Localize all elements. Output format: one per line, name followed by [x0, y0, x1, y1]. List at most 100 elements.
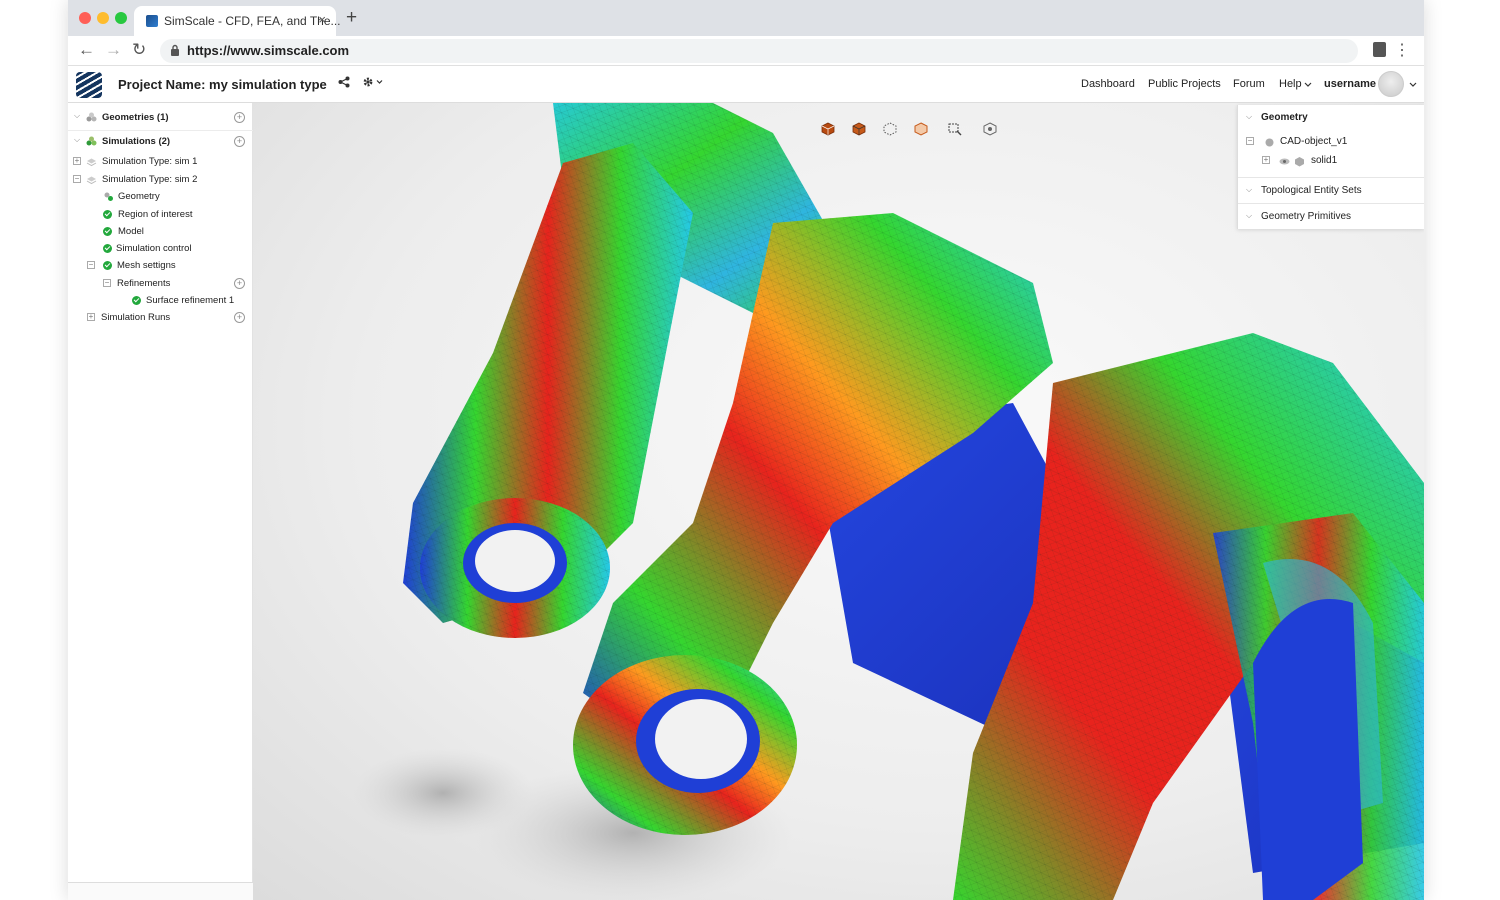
chevron-down-icon[interactable]: ⌵: [74, 135, 80, 145]
tree-item-runs[interactable]: + Simulation Runs +: [68, 309, 253, 327]
rp-solid[interactable]: + solid1: [1238, 148, 1424, 172]
extension-icon[interactable]: [1373, 42, 1386, 57]
tree-label-simulations: Simulations (2): [102, 136, 171, 147]
nav-forum[interactable]: Forum: [1233, 78, 1265, 90]
browser-tab[interactable]: SimScale - CFD, FEA, and The... ×: [134, 6, 341, 36]
layers-icon: [86, 158, 97, 167]
simscale-logo[interactable]: [76, 72, 102, 98]
check-circle-icon: [103, 210, 112, 219]
view-points-cube-icon[interactable]: [883, 122, 897, 136]
rp-label-cad-object: CAD-object_v1: [1280, 136, 1348, 147]
reload-icon[interactable]: ↻: [132, 40, 146, 60]
simulation-tree-panel: ⌵ Geometries (1) + ⌵ Simulations (2) + +…: [68, 103, 253, 900]
rp-label-solid: solid1: [1311, 155, 1338, 166]
tree-label-mesh-settings: Mesh settigns: [117, 260, 176, 271]
rp-label-topological: Topological Entity Sets: [1261, 185, 1362, 196]
reset-view-icon[interactable]: [983, 122, 997, 136]
solid-cube-icon: [1295, 157, 1304, 167]
add-geometry-button[interactable]: +: [234, 112, 245, 123]
tree-label-model: Model: [118, 226, 144, 237]
avatar[interactable]: [1378, 71, 1404, 97]
add-run-button[interactable]: +: [234, 312, 245, 323]
collapse-icon[interactable]: −: [103, 279, 111, 287]
view-mesh-cube-icon[interactable]: [852, 122, 866, 136]
username-label[interactable]: username: [1324, 78, 1376, 90]
simulations-icon: [86, 136, 97, 146]
lock-icon: [171, 44, 179, 56]
gear-icon[interactable]: [362, 76, 384, 88]
tree-item-simulations[interactable]: ⌵ Simulations (2) +: [68, 133, 253, 151]
chevron-down-icon[interactable]: ⌵: [1246, 112, 1252, 122]
tree-item-sim1[interactable]: + Simulation Type: sim 1: [68, 153, 253, 171]
tree-label-runs: Simulation Runs: [101, 312, 171, 323]
tree-label-refinements: Refinements: [117, 278, 171, 289]
rp-topological-sets[interactable]: ⌵ Topological Entity Sets: [1238, 178, 1424, 202]
box-select-icon[interactable]: [948, 122, 962, 136]
cad-object-icon: [1265, 138, 1274, 147]
new-tab-button[interactable]: +: [346, 7, 357, 29]
tree-label-surface-refinement: Surface refinement 1: [146, 295, 235, 306]
expand-icon[interactable]: +: [87, 313, 95, 321]
tree-item-sim2[interactable]: − Simulation Type: sim 2: [68, 171, 253, 189]
rp-label-primitives: Geometry Primitives: [1261, 211, 1352, 222]
add-refinement-button[interactable]: +: [234, 278, 245, 289]
view-solid-cube-icon[interactable]: [821, 122, 835, 136]
eye-icon[interactable]: [1279, 156, 1290, 167]
tree-label-geometries: Geometries (1): [102, 112, 169, 123]
browser-tabbar: SimScale - CFD, FEA, and The... × +: [68, 0, 1424, 36]
geometries-icon: [86, 112, 97, 122]
close-window-button[interactable]: [79, 12, 91, 24]
tree-item-sim-control[interactable]: Simulation control: [68, 240, 253, 258]
simscale-favicon-icon: [146, 15, 158, 27]
tree-item-region[interactable]: Region of interest: [68, 206, 253, 224]
check-circle-icon: [103, 227, 112, 236]
back-arrow-icon[interactable]: ←: [78, 40, 95, 60]
url-field[interactable]: https://www.simscale.com: [160, 39, 1358, 63]
tree-item-model[interactable]: Model: [68, 223, 253, 241]
help-chevron-down-icon[interactable]: [1304, 82, 1312, 88]
tab-close-icon[interactable]: ×: [318, 12, 326, 27]
check-circle-icon: [103, 244, 112, 253]
nav-help[interactable]: Help: [1279, 78, 1302, 90]
rp-geometry-primitives[interactable]: ⌵ Geometry Primitives: [1238, 204, 1424, 228]
chevron-right-icon[interactable]: ⌵: [1246, 185, 1252, 195]
rp-label-geometry: Geometry: [1261, 112, 1308, 123]
panel-resize-handle[interactable]: [68, 882, 253, 900]
nav-public-projects[interactable]: Public Projects: [1148, 78, 1221, 90]
tree-item-refinements[interactable]: − Refinements +: [68, 275, 253, 293]
view-transparent-cube-icon[interactable]: [914, 122, 928, 136]
maximize-window-button[interactable]: [115, 12, 127, 24]
collapse-icon[interactable]: −: [87, 261, 95, 269]
project-title: Project Name: my simulation type: [118, 77, 327, 92]
add-simulation-button[interactable]: +: [234, 136, 245, 147]
tree-item-geometries[interactable]: ⌵ Geometries (1) +: [68, 109, 253, 127]
chevron-right-icon[interactable]: ⌵: [1246, 211, 1252, 221]
url-text: https://www.simscale.com: [187, 43, 350, 58]
collapse-icon[interactable]: −: [73, 175, 81, 183]
address-bar: ← → ↻ https://www.simscale.com ⋮: [68, 36, 1424, 66]
tab-title: SimScale - CFD, FEA, and The...: [164, 14, 341, 28]
check-circle-icon: [103, 261, 112, 270]
minimize-window-button[interactable]: [97, 12, 109, 24]
collapse-icon[interactable]: −: [1246, 137, 1254, 145]
rp-geometry-header[interactable]: ⌵ Geometry: [1238, 105, 1424, 129]
tree-label-geometry: Geometry: [118, 191, 160, 202]
tree-item-surface-refinement[interactable]: Surface refinement 1: [68, 292, 253, 310]
tree-item-geometry[interactable]: Geometry: [68, 188, 253, 206]
expand-icon[interactable]: +: [1262, 156, 1270, 164]
chevron-down-icon[interactable]: ⌵: [74, 111, 80, 121]
share-icon[interactable]: [338, 76, 350, 88]
tree-item-mesh-settings[interactable]: − Mesh settigns: [68, 257, 253, 275]
browser-menu-icon[interactable]: ⋮: [1394, 40, 1410, 60]
expand-icon[interactable]: +: [73, 157, 81, 165]
forward-arrow-icon[interactable]: →: [105, 40, 122, 60]
tree-label-sim2: Simulation Type: sim 2: [102, 174, 198, 185]
tree-label-sim1: Simulation Type: sim 1: [102, 156, 198, 167]
layers-icon: [86, 176, 97, 185]
nav-dashboard[interactable]: Dashboard: [1081, 78, 1135, 90]
geometry-panel: ⌵ Geometry − CAD-object_v1 + solid1 ⌵ To…: [1237, 105, 1424, 229]
app-header: Project Name: my simulation type Dashboa…: [68, 66, 1424, 103]
browser-window: SimScale - CFD, FEA, and The... × + ← → …: [68, 0, 1424, 900]
user-menu-chevron-down-icon[interactable]: [1409, 82, 1417, 88]
tree-label-region: Region of interest: [118, 209, 193, 220]
